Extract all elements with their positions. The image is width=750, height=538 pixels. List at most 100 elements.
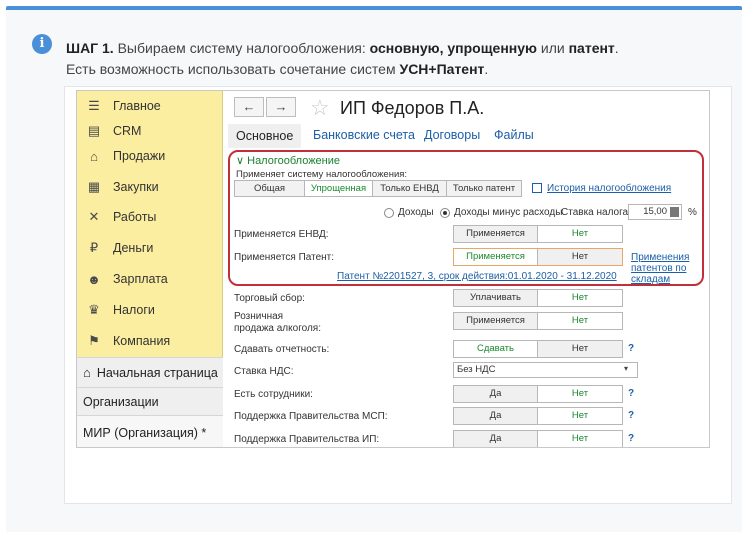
- ip-support-toggle: Да Нет: [453, 430, 623, 447]
- dropdown-arrow-icon[interactable]: ▾: [624, 364, 628, 373]
- id-card-icon: ▤: [87, 123, 101, 138]
- alcohol-toggle: Применяется Нет: [453, 312, 623, 330]
- system-simplified-option[interactable]: Упрощенная: [305, 181, 373, 196]
- income-label: Доходы: [398, 207, 434, 218]
- sidebar-item-works[interactable]: ✕ Работы: [77, 202, 223, 232]
- applies-system-label: Применяет систему налогообложения:: [236, 169, 408, 180]
- info-icon: i: [32, 34, 52, 54]
- sidebar: ☰ Главное ▤ CRM ⌂ Продажи ▦ Закупки ✕ Ра…: [77, 91, 223, 447]
- basket-icon: ⌂: [90, 148, 98, 164]
- history-icon: [532, 183, 542, 193]
- sidebar-item-sales[interactable]: ⌂ Продажи: [77, 141, 223, 171]
- home-page-link[interactable]: ⌂ Начальная страница: [77, 357, 223, 387]
- patent-label: Применяется Патент:: [234, 252, 335, 263]
- ip-support-label: Поддержка Правительства ИП:: [234, 434, 380, 445]
- trade-fee-toggle: Уплачивать Нет: [453, 289, 623, 307]
- tax-system-selector: Общая Упрощенная Только ЕНВД Только пате…: [234, 180, 522, 197]
- app-window: ☰ Главное ▤ CRM ⌂ Продажи ▦ Закупки ✕ Ра…: [76, 90, 710, 448]
- alcohol-no-option[interactable]: Нет: [538, 313, 622, 329]
- ip-support-no-option[interactable]: Нет: [538, 431, 622, 447]
- taxation-section-label: Налогообложение: [247, 155, 341, 167]
- alcohol-applies-option[interactable]: Применяется: [454, 313, 538, 329]
- envd-toggle: Применяется Нет: [453, 225, 623, 243]
- sidebar-item-taxes[interactable]: ♛ Налоги: [77, 295, 223, 325]
- people-icon: ☻: [87, 271, 101, 287]
- option-patent: патент: [568, 40, 615, 56]
- current-organization[interactable]: МИР (Организация) *: [77, 415, 223, 447]
- msp-support-label: Поддержка Правительства МСП:: [234, 411, 388, 422]
- envd-label: Применяется ЕНВД:: [234, 229, 329, 240]
- home-label: Начальная страница: [96, 365, 218, 380]
- tab-main[interactable]: Основное: [228, 124, 302, 148]
- intro-combination: УСН+Патент: [399, 61, 485, 77]
- star-icon[interactable]: ☆: [310, 95, 330, 121]
- msp-help-icon[interactable]: ?: [628, 410, 634, 421]
- sidebar-item-label: CRM: [113, 124, 142, 138]
- intro-line1: Выбираем систему налогообложения:: [117, 40, 366, 56]
- trade-fee-pay-option[interactable]: Уплачивать: [454, 290, 538, 306]
- patent-details-link[interactable]: Патент №2201527, 3, срок действия:01.01.…: [337, 271, 617, 282]
- sidebar-item-label: Зарплата: [113, 272, 168, 286]
- sidebar-item-purchases[interactable]: ▦ Закупки: [77, 172, 223, 202]
- home-icon: ⌂: [83, 365, 91, 380]
- system-envd-option[interactable]: Только ЕНВД: [373, 181, 447, 196]
- patent-toggle: Применяется Нет: [453, 248, 623, 266]
- sidebar-item-money[interactable]: ₽ Деньги: [77, 233, 223, 263]
- back-arrow-icon: ←: [242, 99, 256, 114]
- income-radio[interactable]: [384, 208, 394, 218]
- tax-rate-unit: %: [688, 207, 697, 218]
- calculator-icon[interactable]: [670, 207, 679, 217]
- system-patent-option[interactable]: Только патент: [447, 181, 521, 196]
- reporting-toggle: Сдавать Нет: [453, 340, 623, 358]
- envd-applies-option[interactable]: Применяется: [454, 226, 538, 242]
- employees-no-option[interactable]: Нет: [538, 386, 622, 402]
- form-area: ← → ☆ ИП Федоров П.А. Основное Банковски…: [224, 91, 709, 447]
- patent-applies-option[interactable]: Применяется: [454, 249, 538, 265]
- tab-files[interactable]: Файлы: [494, 128, 534, 142]
- reporting-label: Сдавать отчетность:: [234, 344, 330, 355]
- tab-contracts[interactable]: Договоры: [424, 128, 480, 142]
- income-minus-expenses-label: Доходы минус расходы: [454, 207, 563, 218]
- reporting-submit-option[interactable]: Сдавать: [454, 341, 538, 357]
- sidebar-item-label: Деньги: [113, 241, 154, 255]
- sidebar-item-salary[interactable]: ☻ Зарплата: [77, 264, 223, 294]
- ip-help-icon[interactable]: ?: [628, 433, 634, 444]
- intro-line2: Есть возможность использовать сочетание …: [66, 61, 396, 77]
- tab-bank-accounts[interactable]: Банковские счета: [313, 128, 415, 142]
- alcohol-label-line1: Розничная: [234, 311, 284, 322]
- organizations-link[interactable]: Организации: [77, 387, 223, 415]
- sidebar-item-label: Главное: [113, 99, 161, 113]
- ip-support-yes-option[interactable]: Да: [454, 431, 538, 447]
- back-button[interactable]: ←: [234, 97, 264, 117]
- option-main: основную,: [369, 40, 444, 56]
- envd-no-option[interactable]: Нет: [538, 226, 622, 242]
- trade-fee-no-option[interactable]: Нет: [538, 290, 622, 306]
- income-minus-expenses-radio[interactable]: [440, 208, 450, 218]
- reporting-help-icon[interactable]: ?: [628, 343, 634, 354]
- emblem-icon: ♛: [88, 302, 100, 317]
- employees-yes-option[interactable]: Да: [454, 386, 538, 402]
- patent-no-option[interactable]: Нет: [538, 249, 622, 265]
- option-simplified: упрощенную: [447, 40, 537, 56]
- current-organization-label: МИР (Организация) *: [83, 425, 207, 440]
- menu-icon: ☰: [88, 98, 100, 113]
- forward-button[interactable]: →: [266, 97, 296, 117]
- tax-history-link[interactable]: История налогообложения: [547, 183, 671, 194]
- reporting-no-option[interactable]: Нет: [538, 341, 622, 357]
- taxation-section-header[interactable]: ∨ Налогообложение: [236, 154, 340, 167]
- intro-period: .: [614, 40, 619, 56]
- sidebar-item-label: Продажи: [113, 149, 166, 163]
- msp-support-yes-option[interactable]: Да: [454, 408, 538, 424]
- step-label: ШАГ 1.: [66, 40, 114, 56]
- system-general-option[interactable]: Общая: [235, 181, 305, 196]
- employees-help-icon[interactable]: ?: [628, 388, 634, 399]
- msp-support-toggle: Да Нет: [453, 407, 623, 425]
- msp-support-no-option[interactable]: Нет: [538, 408, 622, 424]
- sidebar-item-company[interactable]: ⚑ Компания: [77, 326, 223, 356]
- chevron-down-icon: ∨: [236, 155, 245, 167]
- patent-warehouses-link[interactable]: Применения патентов по складам: [631, 252, 709, 285]
- tools-icon: ✕: [88, 209, 100, 224]
- flag-icon: ⚑: [88, 333, 100, 348]
- vat-select[interactable]: Без НДС: [453, 362, 638, 378]
- alcohol-label: Розничная продажа алкоголя:: [234, 311, 321, 335]
